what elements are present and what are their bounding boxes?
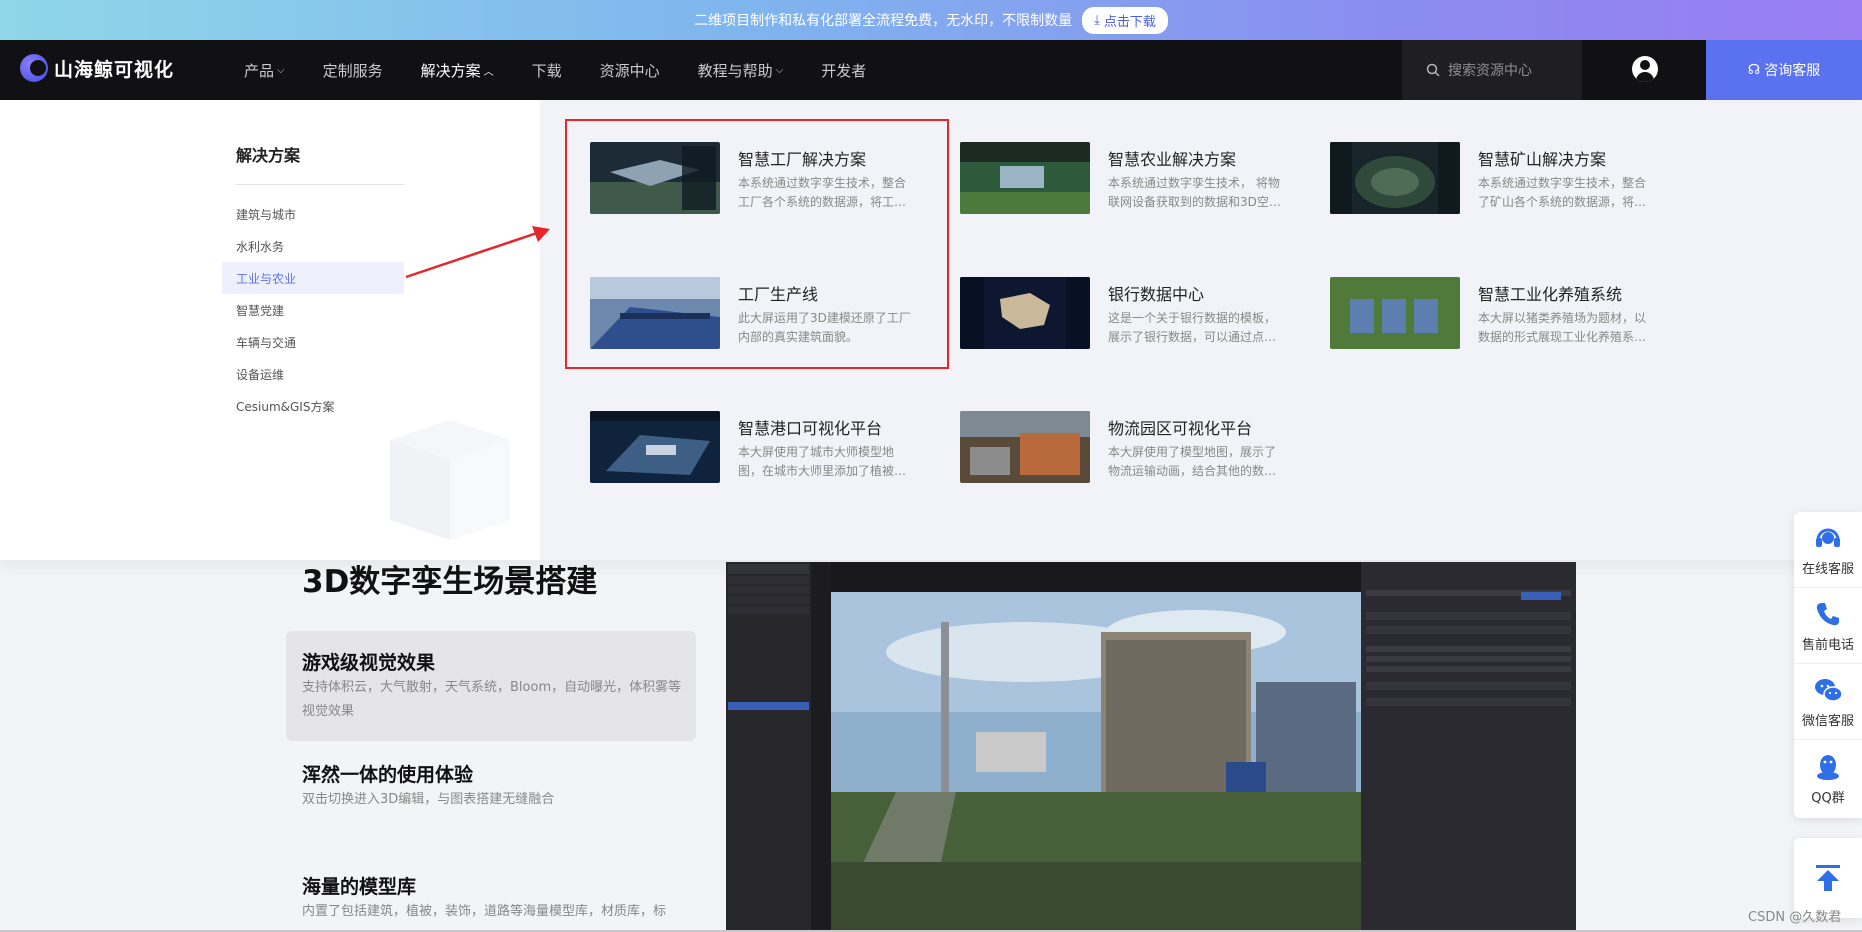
consult-label: 咨询客服 xyxy=(1764,63,1821,79)
side-item-presales-phone[interactable]: 售前电话 xyxy=(1794,588,1862,664)
feature-title[interactable]: 海量的模型库 xyxy=(302,872,416,899)
solution-card[interactable]: 智慧港口可视化平台 本大屏使用了城市大师模型地图，在城市大师里添加了植被… xyxy=(590,409,940,499)
nav-label: 定制服务 xyxy=(322,61,383,80)
user-avatar-icon[interactable] xyxy=(1632,56,1658,82)
card-desc: 本大屏使用了模型地图，展示了物流运输动画，结合其他的数… xyxy=(1108,445,1277,478)
card-title: 银行数据中心 xyxy=(1108,285,1205,304)
qq-icon xyxy=(1817,754,1839,780)
feature-title[interactable]: 游戏级视觉效果 xyxy=(302,648,435,675)
nav-label: 教程与帮助 xyxy=(697,61,773,80)
category-item-selected[interactable]: 工业与农业 xyxy=(222,262,404,294)
solution-card[interactable]: 智慧矿山解决方案 本系统通过数字孪生技术，整合了矿山各个系统的数据源，将… xyxy=(1330,140,1680,230)
consult-button[interactable]: ☊ 咨询客服 xyxy=(1706,40,1862,100)
promo-text: 二维项目制作和私有化部署全流程免费，无水印，不限制数量 xyxy=(694,13,1073,29)
divider xyxy=(236,184,404,185)
nav-label: 下载 xyxy=(531,61,562,80)
card-desc: 本系统通过数字孪生技术，整合了矿山各个系统的数据源，将… xyxy=(1478,176,1647,209)
editor-preview-image xyxy=(726,562,1576,932)
headset-icon xyxy=(1816,528,1840,547)
card-thumbnail xyxy=(1330,142,1460,214)
search-box[interactable]: 搜索资源中心 xyxy=(1402,40,1582,100)
nav-label: 开发者 xyxy=(821,61,867,80)
solution-card[interactable]: 银行数据中心 这是一个关于银行数据的模板，展示了银行数据，可以通过点… xyxy=(960,275,1310,365)
side-item-qq-group[interactable]: QQ群 xyxy=(1794,740,1862,816)
red-arrow-annotation xyxy=(405,226,550,279)
card-thumbnail xyxy=(590,411,720,483)
card-desc: 本系统通过数字孪生技术， 将物联网设备获取到的数据和3D空… xyxy=(1108,176,1281,209)
phone-icon xyxy=(1816,603,1839,626)
feature-desc: 支持体积云，大气散射，天气系统，Bloom，自动曝光，体积雾等视觉效果 xyxy=(302,680,682,719)
card-thumbnail xyxy=(960,277,1090,349)
brand-logo[interactable]: 山海鲸可视化 xyxy=(20,54,174,82)
chevron-down-icon: ⌵ xyxy=(277,64,285,76)
floating-service-bar: 在线客服 售前电话 微信客服 QQ群 xyxy=(1794,512,1862,818)
side-item-label: QQ群 xyxy=(1811,790,1845,806)
nav-item-developer[interactable]: 开发者 xyxy=(821,60,866,81)
card-thumbnail xyxy=(960,142,1090,214)
category-item[interactable]: 智慧党建 xyxy=(222,294,404,326)
arrow-up-icon xyxy=(1816,865,1840,891)
nav-label: 解决方案 xyxy=(420,61,481,80)
download-icon: ⤓ xyxy=(1094,12,1100,28)
nav-item-custom-service[interactable]: 定制服务 xyxy=(323,60,383,81)
promo-download-label: 点击下载 xyxy=(1103,14,1156,30)
nav-label: 资源中心 xyxy=(599,61,660,80)
card-title: 物流园区可视化平台 xyxy=(1108,419,1253,438)
chevron-down-icon: ⌵ xyxy=(775,64,784,76)
card-thumbnail xyxy=(960,411,1090,483)
card-title: 智慧工业化养殖系统 xyxy=(1478,285,1623,304)
feature-desc: 双击切换进入3D编辑，与图表搭建无缝融合 xyxy=(302,792,555,807)
solution-card[interactable]: 物流园区可视化平台 本大屏使用了模型地图，展示了物流运输动画，结合其他的数… xyxy=(960,409,1310,499)
main-menu: 产品 ⌵ 定制服务 解决方案 ︿ 下载 资源中心 教程与帮助 ⌵ 开发者 xyxy=(244,40,904,100)
card-title: 智慧港口可视化平台 xyxy=(738,419,883,438)
category-item[interactable]: 车辆与交通 xyxy=(222,326,404,358)
solutions-title: 解决方案 xyxy=(236,146,301,165)
solution-card[interactable]: 智慧工业化养殖系统 本大屏以猪类养殖场为题材，以数据的形式展现工业化养殖系… xyxy=(1330,275,1680,365)
side-item-wechat-service[interactable]: 微信客服 xyxy=(1794,664,1862,740)
feature-title[interactable]: 浑然一体的使用体验 xyxy=(302,760,473,787)
wechat-icon xyxy=(1815,679,1843,702)
card-thumbnail xyxy=(1330,277,1460,349)
solutions-category-panel: 解决方案 建筑与城市 水利水务 工业与农业 智慧党建 车辆与交通 设备运维 Ce… xyxy=(0,100,540,560)
highlight-box xyxy=(565,119,949,369)
feature-desc: 内置了包括建筑，植被，装饰，道路等海量模型库，材质库，标 xyxy=(302,904,667,919)
nav-item-product[interactable]: 产品 ⌵ xyxy=(244,60,285,81)
card-title: 智慧农业解决方案 xyxy=(1108,150,1237,169)
side-item-label: 在线客服 xyxy=(1801,562,1854,577)
nav-label: 产品 xyxy=(244,61,275,80)
solution-card[interactable]: 智慧农业解决方案 本系统通过数字孪生技术， 将物联网设备获取到的数据和3D空… xyxy=(960,140,1310,230)
section-heading: 3D数字孪生场景搭建 xyxy=(302,564,598,600)
decorative-cube-illustration xyxy=(390,420,510,540)
chevron-up-icon: ︿ xyxy=(483,66,494,78)
category-item[interactable]: 建筑与城市 xyxy=(222,198,404,230)
card-desc: 这是一个关于银行数据的模板，展示了银行数据，可以通过点… xyxy=(1108,311,1277,344)
top-nav: 山海鲸可视化 产品 ⌵ 定制服务 解决方案 ︿ 下载 资源中心 教程与帮助 ⌵ 开发者… xyxy=(0,40,1862,100)
side-item-label: 微信客服 xyxy=(1801,714,1854,729)
category-item[interactable]: 水利水务 xyxy=(222,230,404,262)
editor-scene xyxy=(726,562,1576,932)
card-desc: 本大屏使用了城市大师模型地图，在城市大师里添加了植被… xyxy=(738,445,907,478)
search-icon xyxy=(1426,63,1440,77)
nav-item-download[interactable]: 下载 xyxy=(532,60,562,81)
nav-item-resources[interactable]: 资源中心 xyxy=(600,60,660,81)
promo-banner: 二维项目制作和私有化部署全流程免费，无水印，不限制数量 ⤓ 点击下载 xyxy=(0,0,1862,40)
side-item-label: 售前电话 xyxy=(1801,638,1854,653)
search-placeholder: 搜索资源中心 xyxy=(1448,63,1532,79)
category-item[interactable]: 设备运维 xyxy=(222,358,404,390)
promo-download-button[interactable]: ⤓ 点击下载 xyxy=(1082,6,1168,34)
nav-item-tutorials[interactable]: 教程与帮助 ⌵ xyxy=(698,60,784,81)
nav-item-solutions[interactable]: 解决方案 ︿ xyxy=(421,60,494,81)
watermark: CSDN @久数君 xyxy=(1748,910,1842,925)
card-desc: 本大屏以猪类养殖场为题材，以数据的形式展现工业化养殖系… xyxy=(1478,311,1647,344)
logo-icon xyxy=(20,54,48,82)
side-item-online-service[interactable]: 在线客服 xyxy=(1794,512,1862,588)
brand-name: 山海鲸可视化 xyxy=(54,58,175,81)
headset-icon: ☊ xyxy=(1747,62,1761,78)
card-title: 智慧矿山解决方案 xyxy=(1478,150,1607,169)
